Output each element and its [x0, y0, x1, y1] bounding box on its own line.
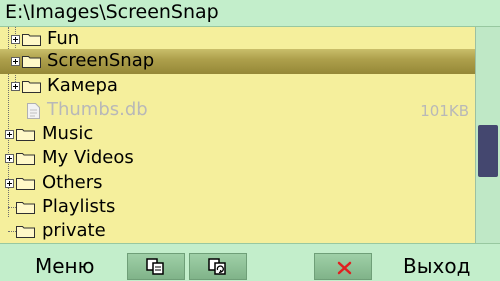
list-item-my-videos[interactable]: My Videos — [0, 146, 475, 171]
scrollbar[interactable] — [475, 27, 500, 243]
list-item-screensnap[interactable]: ScreenSnap — [0, 49, 475, 74]
folder-icon — [16, 153, 35, 165]
item-label: Thumbs.db — [47, 99, 148, 120]
expand-icon[interactable] — [11, 35, 20, 44]
folder-icon — [22, 34, 41, 46]
folder-icon — [22, 81, 41, 93]
folder-icon — [16, 202, 35, 214]
folder-icon — [16, 129, 35, 141]
tree-branch-line — [8, 207, 16, 208]
copy-refresh-icon — [208, 258, 226, 275]
list-item-kamera[interactable]: Камера — [0, 74, 475, 99]
list-item-thumbs-db[interactable]: Thumbs.db 101KB — [0, 98, 475, 123]
delete-button[interactable] — [314, 253, 372, 280]
copy-button[interactable] — [127, 253, 185, 280]
softkey-bar: Меню Выход — [0, 243, 500, 281]
expand-icon[interactable] — [11, 82, 20, 91]
item-label: Others — [42, 172, 103, 193]
file-browser: Fun ScreenSnap Камера Thumbs.db 101KB Mu… — [0, 27, 475, 243]
item-label: My Videos — [42, 147, 134, 168]
expand-icon[interactable] — [5, 179, 14, 188]
item-label: private — [42, 220, 106, 241]
list-item-playlists[interactable]: Playlists — [0, 195, 475, 220]
menu-softkey[interactable]: Меню — [35, 254, 94, 280]
delete-x-icon — [337, 261, 352, 275]
list-item-others[interactable]: Others — [0, 171, 475, 196]
item-label: Fun — [47, 28, 80, 49]
expand-icon[interactable] — [11, 57, 20, 66]
exit-softkey[interactable]: Выход — [403, 254, 470, 280]
file-size: 101KB — [420, 102, 469, 120]
scroll-thumb[interactable] — [478, 125, 498, 177]
list-item-music[interactable]: Music — [0, 122, 475, 147]
folder-icon — [16, 178, 35, 190]
current-path: E:\Images\ScreenSnap — [5, 1, 219, 23]
folder-icon — [22, 56, 41, 68]
copy-icon — [146, 258, 164, 275]
item-label: Камера — [47, 75, 118, 96]
expand-icon[interactable] — [5, 154, 14, 163]
refresh-copy-button[interactable] — [189, 253, 247, 280]
path-bar: E:\Images\ScreenSnap — [0, 0, 500, 27]
file-icon — [27, 103, 40, 119]
tree-branch-line — [8, 231, 16, 232]
folder-icon — [16, 226, 35, 238]
list-item-private[interactable]: private — [0, 219, 475, 243]
expand-icon[interactable] — [5, 130, 14, 139]
item-label: Playlists — [42, 196, 116, 217]
item-label: Music — [42, 123, 94, 144]
item-label: ScreenSnap — [47, 50, 155, 71]
